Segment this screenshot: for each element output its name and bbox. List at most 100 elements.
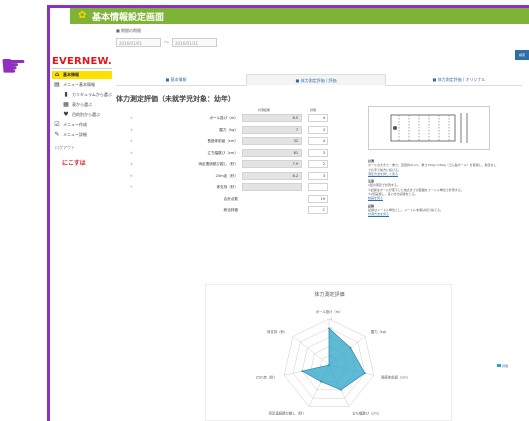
radar-point — [349, 346, 352, 349]
court-diagram-icon — [390, 113, 468, 143]
column-header-score: 評価 — [310, 108, 317, 112]
radar-tick-label: 5 — [331, 317, 333, 321]
sidebar-item-label: カリキュラムから選ぶ — [72, 92, 112, 97]
radar-axis-label: 体支持（秒） — [267, 329, 287, 334]
sidebar-item-label: メニュー基本情報 — [63, 82, 95, 87]
section-title: 体力測定評価（未就学児対象：幼年） — [116, 95, 235, 103]
evernew-logo: EVERNEW. — [52, 56, 112, 67]
score-cell: 3 — [308, 148, 328, 157]
row-label: 体支持（秒） — [216, 185, 238, 189]
row-label: 立ち幅跳び（cm） — [207, 150, 238, 155]
row-number: ① — [130, 116, 133, 120]
score-cell — [308, 183, 328, 191]
sidebar-item-menu-info[interactable]: ▤ メニュー基本情報 — [52, 81, 112, 89]
row-number: ⑥ — [130, 173, 133, 178]
home-icon: ⌂ — [54, 71, 60, 78]
brand-mark: にこすは — [62, 160, 86, 167]
row-number: ③ — [130, 139, 133, 143]
date-from-input[interactable]: 2016/01/01 — [116, 38, 161, 47]
score-cell: 3 — [308, 125, 328, 134]
score-cell: 4 — [308, 137, 328, 145]
radar-point — [340, 389, 342, 391]
result-input[interactable]: 7 — [242, 125, 302, 134]
table-row: ⑥ 25m走（秒） 8.2 3 — [116, 171, 330, 183]
grid-icon: ▦ — [63, 101, 69, 108]
sidebar-item-menu-create[interactable]: ☑ メニュー作成 — [52, 121, 112, 129]
notes-link-method[interactable]: 測定方法を詳しく見る — [368, 172, 498, 176]
radar-point — [328, 327, 330, 329]
gear-icon: ✿ — [78, 10, 87, 21]
tab-fitness-original[interactable]: ■ 体力測定評価 / オリジナル — [396, 74, 522, 86]
date-filter: 2016/01/01 ～ 2016/01/31 — [116, 38, 218, 47]
radar-point — [328, 364, 330, 366]
check-icon: ☑ — [54, 121, 60, 128]
row-label: 総合評価 — [223, 208, 238, 212]
score-cell: 4 — [308, 114, 328, 122]
row-label: 25m走（秒） — [215, 173, 238, 178]
sidebar-item-basic-info[interactable]: ⌂ 基本情報 — [52, 71, 112, 79]
result-input[interactable]: 7.9 — [242, 160, 302, 168]
table-row: 総合評価 C — [116, 205, 330, 217]
search-button[interactable]: 検索 — [515, 50, 529, 60]
notes-link-record[interactable]: 計測方法を見る — [368, 212, 498, 216]
chart-title: 体力測定評価 — [314, 292, 345, 298]
file-icon: ▮ — [64, 91, 68, 98]
page-title: 基本情報設定画面 — [92, 13, 165, 23]
logout-link[interactable]: ログアウト — [52, 145, 112, 151]
table-row: ⑤ 両足連続跳び越し（秒） 7.9 2 — [116, 159, 330, 171]
radar-axis-label: 立ち幅跳び（cm） — [352, 411, 381, 416]
chart-legend: 評価 — [497, 364, 508, 368]
pin-icon: ♥ — [63, 111, 69, 118]
table-row: 合計点数 19 — [116, 194, 330, 206]
title-bar: ✿ 基本情報設定画面 — [70, 8, 529, 24]
radar-point — [301, 370, 303, 372]
column-header-result: 計測結果 — [258, 108, 271, 112]
radar-chart: 12345ボール投げ（m）握力（kg）長座体前屈（cm）立ち幅跳び（cm）両足連… — [256, 309, 410, 416]
sidebar-item-menu-detail[interactable]: ✎ メニュー詳細 — [52, 131, 112, 139]
fitness-table: ① ボール投げ（m） 8.5 4 ② 握力（kg） 7 3 ③ 長座体前屈（cm） 32 4 ④ 立ち幅跳… — [116, 113, 330, 217]
sidebar-item-curriculum[interactable]: ▮ カリキュラムから選ぶ — [52, 91, 112, 99]
row-label: 合計点数 — [223, 196, 238, 201]
result-input[interactable] — [242, 183, 302, 191]
result-input[interactable]: 81 — [242, 148, 302, 157]
row-number: ⑦ — [130, 185, 133, 189]
legend-label: 評価 — [501, 364, 508, 368]
row-label: 両足連続跳び越し（秒） — [198, 162, 238, 166]
measurement-notes: 計測 ボールの大きさ・重さ：直径約21cm、重さ150g〜180g（ゴム製ボール… — [368, 156, 498, 217]
sidebar-item-table[interactable]: ▦ 表から選ぶ — [52, 101, 112, 109]
row-number: ④ — [130, 150, 133, 155]
radar-series-area — [301, 327, 366, 391]
row-number: ⑤ — [130, 162, 133, 166]
date-separator: ～ — [164, 40, 170, 46]
table-row: ⑦ 体支持（秒） — [116, 182, 330, 194]
row-label: 握力（kg） — [219, 127, 238, 132]
menu-icon: ▤ — [54, 81, 60, 88]
radar-axis-label: ボール投げ（m） — [315, 309, 342, 314]
screenshot-stage: { "colors": { "accent_purple": "#8e2fbf"… — [0, 0, 529, 421]
sidebar-item-label: 目的別から選ぶ — [72, 112, 100, 117]
pencil-icon: ✎ — [54, 131, 60, 138]
score-cell: 2 — [308, 160, 328, 168]
notes-link-video[interactable]: 動画を見る — [368, 196, 498, 200]
result-input[interactable]: 8.2 — [242, 171, 302, 180]
result-input[interactable]: 8.5 — [242, 114, 302, 122]
row-number: ② — [130, 127, 133, 132]
radar-axis-label: 25m走（秒） — [256, 374, 277, 379]
radar-axis-label: 長座体前屈（cm） — [381, 374, 410, 379]
result-input[interactable]: 32 — [242, 137, 302, 145]
sidebar-item-label: メニュー詳細 — [63, 132, 87, 137]
date-filter-label: ■ 期間の期間 — [116, 28, 142, 33]
table-row: ① ボール投げ（m） 8.5 4 — [116, 113, 330, 125]
date-to-input[interactable]: 2016/01/31 — [172, 38, 218, 47]
radar-point — [364, 372, 366, 374]
logo-divider — [52, 68, 112, 69]
score-cell: 3 — [308, 171, 328, 180]
tab-basic-info[interactable]: ■ 基本情報 — [116, 74, 236, 86]
row-label: 長座体前屈（cm） — [207, 139, 238, 143]
score-cell: 19 — [308, 194, 328, 203]
score-cell: C — [308, 206, 328, 214]
table-row: ② 握力（kg） 7 3 — [116, 125, 330, 137]
tab-bar: ■ 基本情報 ■ 体力測定評価 / 評価 ■ 体力測定評価 / オリジナル — [116, 74, 522, 86]
tab-fitness-eval[interactable]: ■ 体力測定評価 / 評価 — [246, 74, 386, 86]
sidebar-item-purpose[interactable]: ♥ 目的別から選ぶ — [52, 111, 112, 119]
